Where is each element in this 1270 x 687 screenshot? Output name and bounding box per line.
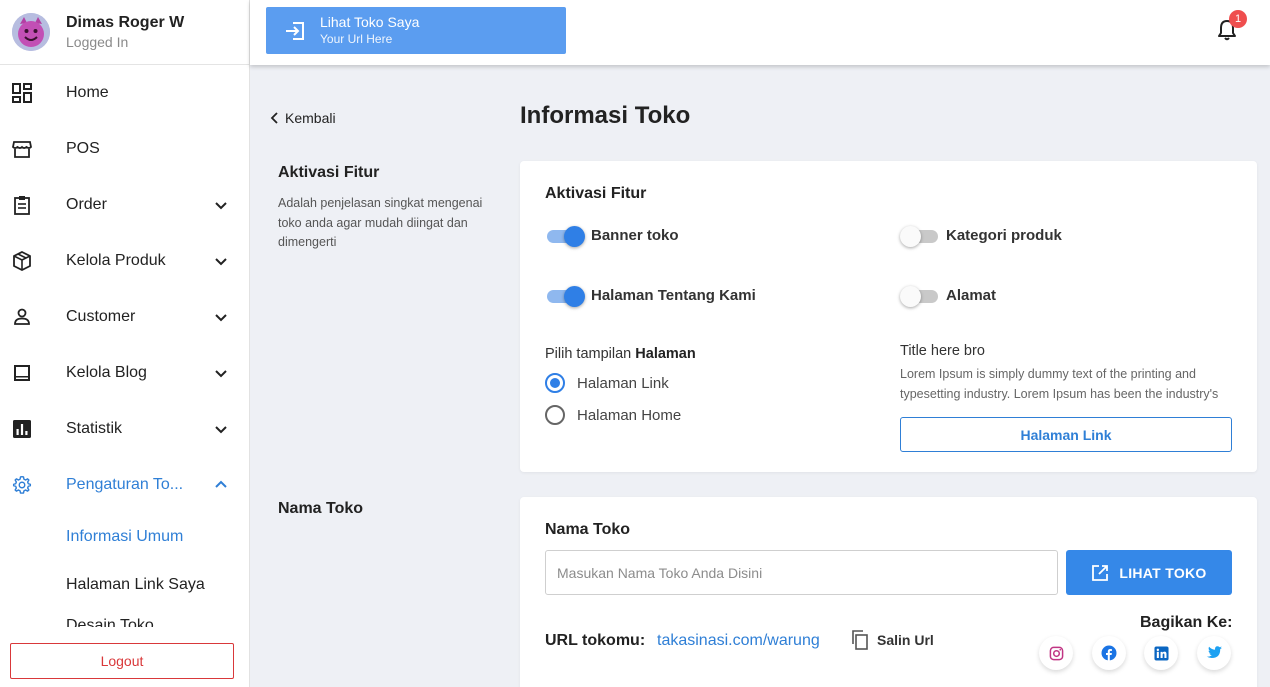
share-instagram-button[interactable] <box>1039 636 1073 670</box>
sidebar-item-label: Pengaturan To... <box>66 476 184 493</box>
chevron-down-icon <box>215 202 227 210</box>
copy-url-label: Salin Url <box>877 632 934 648</box>
sidebar-item-pos[interactable]: POS <box>0 121 249 177</box>
back-label: Kembali <box>285 110 336 126</box>
radio-halaman-link[interactable]: Halaman Link <box>545 373 669 393</box>
toggle-label-alamat: Alamat <box>946 287 997 304</box>
toggle-alamat[interactable] <box>900 285 940 307</box>
person-icon <box>12 307 32 327</box>
copy-icon <box>852 630 868 650</box>
clipboard-icon <box>12 195 32 215</box>
sidebar-item-label: Home <box>66 84 109 101</box>
sidebar: Dimas Roger W Logged In Home POS Order K… <box>0 0 250 687</box>
chevron-down-icon <box>215 370 227 378</box>
radio-circle <box>545 373 565 393</box>
topbar: Lihat Toko Saya Your Url Here 1 <box>250 0 1270 65</box>
choose-page-label: Pilih tampilan Halaman <box>545 346 696 362</box>
sidebar-item-label: Kelola Produk <box>66 252 166 269</box>
store-name-card: Nama Toko LIHAT TOKO URL tokomu: takasin… <box>520 497 1257 687</box>
sidebar-subitem-desain-toko[interactable]: Desain Toko <box>0 609 249 629</box>
sidebar-item-order[interactable]: Order <box>0 177 249 233</box>
choose-label-bold: Halaman <box>635 346 696 362</box>
toggle-label-kategori-produk: Kategori produk <box>946 227 1062 244</box>
sidebar-item-statistik[interactable]: Statistik <box>0 401 249 457</box>
sidebar-item-home[interactable]: Home <box>0 65 249 121</box>
toggle-label-banner-toko: Banner toko <box>591 227 679 244</box>
sidebar-item-label: Kelola Blog <box>66 364 147 381</box>
store-name-card-title: Nama Toko <box>545 521 631 538</box>
chevron-down-icon <box>215 258 227 266</box>
section-description: Adalah penjelasan singkat mengenai toko … <box>278 196 483 249</box>
logout-area: Logout <box>0 627 249 687</box>
logout-button[interactable]: Logout <box>10 643 234 679</box>
url-label: URL tokomu: <box>545 632 646 649</box>
share-label: Bagikan Ke: <box>1140 614 1233 631</box>
sidebar-item-label: Order <box>66 196 107 213</box>
radio-circle <box>545 405 565 425</box>
view-store-title: Lihat Toko Saya <box>320 14 420 30</box>
chevron-down-icon <box>215 426 227 434</box>
radio-label: Halaman Home <box>577 406 682 424</box>
instagram-icon <box>1049 646 1063 660</box>
share-linkedin-button[interactable] <box>1144 636 1178 670</box>
toggle-banner-toko[interactable] <box>545 225 585 247</box>
toggle-kategori-produk[interactable] <box>900 225 940 247</box>
lihat-toko-button[interactable]: LIHAT TOKO <box>1066 550 1232 595</box>
chevron-left-icon <box>270 112 278 124</box>
radio-halaman-home[interactable]: Halaman Home <box>545 405 681 425</box>
lihat-toko-label: LIHAT TOKO <box>1119 564 1207 581</box>
chevron-down-icon <box>215 314 227 322</box>
linkedin-icon <box>1153 645 1169 661</box>
back-link[interactable]: Kembali <box>270 110 336 126</box>
copy-url-button[interactable]: Salin Url <box>851 630 934 650</box>
store-url-link[interactable]: takasinasi.com/warung <box>657 632 820 650</box>
sidebar-item-label: Statistik <box>66 420 123 437</box>
share-twitter-button[interactable] <box>1197 636 1231 670</box>
sidebar-subitem-halaman-link-saya[interactable]: Halaman Link Saya <box>0 561 249 609</box>
radio-label: Halaman Link <box>577 374 669 392</box>
chevron-up-icon <box>215 480 227 488</box>
user-name: Dimas Roger W <box>66 14 185 31</box>
section-title-nama-toko: Nama Toko <box>278 500 364 517</box>
login-icon <box>286 21 304 40</box>
sidebar-item-label: Customer <box>66 308 136 325</box>
sidebar-subitem-informasi-umum[interactable]: Informasi Umum <box>0 513 249 561</box>
notification-badge: 1 <box>1229 10 1247 28</box>
feature-card-title: Aktivasi Fitur <box>545 185 647 202</box>
sidebar-item-customer[interactable]: Customer <box>0 289 249 345</box>
feature-card: Aktivasi Fitur Banner toko Kategori prod… <box>520 161 1257 472</box>
info-title: Title here bro <box>900 343 985 359</box>
store-icon <box>12 139 32 159</box>
sidebar-item-kelola-produk[interactable]: Kelola Produk <box>0 233 249 289</box>
sidebar-item-kelola-blog[interactable]: Kelola Blog <box>0 345 249 401</box>
user-status: Logged In <box>66 34 129 50</box>
view-store-subtitle: Your Url Here <box>320 32 393 46</box>
sidebar-item-pengaturan-toko[interactable]: Pengaturan To... <box>0 457 249 513</box>
view-store-button[interactable]: Lihat Toko Saya Your Url Here <box>266 7 566 54</box>
profile-header: Dimas Roger W Logged In <box>0 0 249 65</box>
avatar[interactable] <box>12 13 50 51</box>
section-title-aktivasi-fitur: Aktivasi Fitur <box>278 164 380 181</box>
box-icon <box>12 251 32 271</box>
toggle-halaman-tentang-kami[interactable] <box>545 285 585 307</box>
twitter-icon <box>1206 646 1222 658</box>
dashboard-icon <box>12 83 32 103</box>
store-name-input[interactable] <box>545 550 1058 595</box>
chart-icon <box>12 419 32 439</box>
open-in-new-icon <box>1092 564 1109 581</box>
toggle-label-halaman-tentang-kami: Halaman Tentang Kami <box>591 287 756 304</box>
halaman-link-button[interactable]: Halaman Link <box>900 417 1232 452</box>
sidebar-item-label: POS <box>66 140 100 157</box>
gear-icon <box>12 475 32 495</box>
avatar-face-icon <box>12 13 50 51</box>
info-text: Lorem Ipsum is simply dummy text of the … <box>900 367 1219 401</box>
blog-icon <box>12 363 32 383</box>
facebook-icon <box>1101 645 1117 661</box>
choose-label-prefix: Pilih tampilan <box>545 346 632 362</box>
sidebar-nav: Home POS Order Kelola Produk Customer Ke… <box>0 65 249 629</box>
share-facebook-button[interactable] <box>1092 636 1126 670</box>
page-title: Informasi Toko <box>520 102 691 129</box>
